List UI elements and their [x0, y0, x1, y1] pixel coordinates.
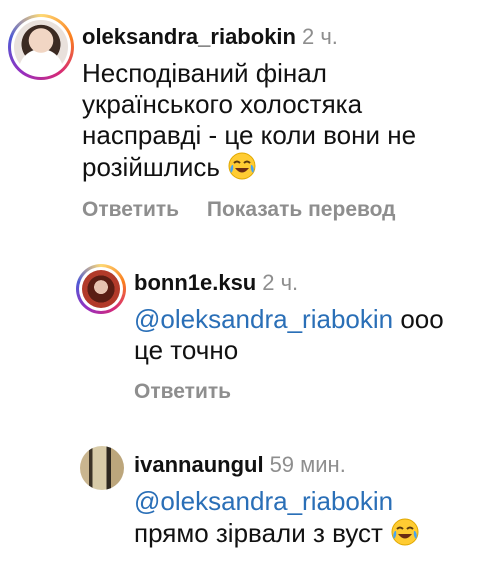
comment-text: @oleksandra_riabokin ооо це точно	[134, 304, 474, 366]
comment-actions: Ответить	[134, 380, 253, 404]
comment-text: Несподіваний фінал українського холостяк…	[82, 58, 422, 183]
avatar-story-ring[interactable]	[8, 14, 74, 80]
username[interactable]: oleksandra_riabokin	[82, 24, 296, 49]
timestamp: 2 ч.	[301, 24, 338, 49]
avatar-background	[11, 17, 71, 77]
laughing-emoji-icon	[228, 152, 256, 180]
reply-button[interactable]: Ответить	[134, 380, 231, 404]
show-translation-button[interactable]: Показать перевод	[207, 198, 396, 222]
username[interactable]: ivannaungul	[134, 452, 264, 477]
reply-button[interactable]: Ответить	[82, 198, 179, 222]
timestamp: 2 ч.	[262, 270, 299, 295]
comment-actions: Ответить Показать перевод	[82, 198, 418, 222]
username[interactable]: bonn1e.ksu	[134, 270, 256, 295]
avatar-background	[79, 267, 123, 311]
avatar	[14, 20, 68, 74]
laughing-emoji-icon	[391, 518, 419, 546]
avatar	[82, 270, 120, 308]
comment-body: прямо зірвали з вуст	[134, 518, 383, 548]
comment-header: bonn1e.ksu 2 ч.	[134, 270, 298, 296]
comment-text: @oleksandra_riabokin прямо зірвали з вус…	[134, 486, 474, 549]
avatar[interactable]	[80, 446, 124, 490]
comment-header: ivannaungul 59 мин.	[134, 452, 346, 478]
timestamp: 59 мин.	[269, 452, 346, 477]
mention-link[interactable]: @oleksandra_riabokin	[134, 304, 393, 334]
mention-link[interactable]: @oleksandra_riabokin	[134, 486, 393, 516]
comment-header: oleksandra_riabokin 2 ч.	[82, 24, 338, 50]
avatar-story-ring[interactable]	[76, 264, 126, 314]
